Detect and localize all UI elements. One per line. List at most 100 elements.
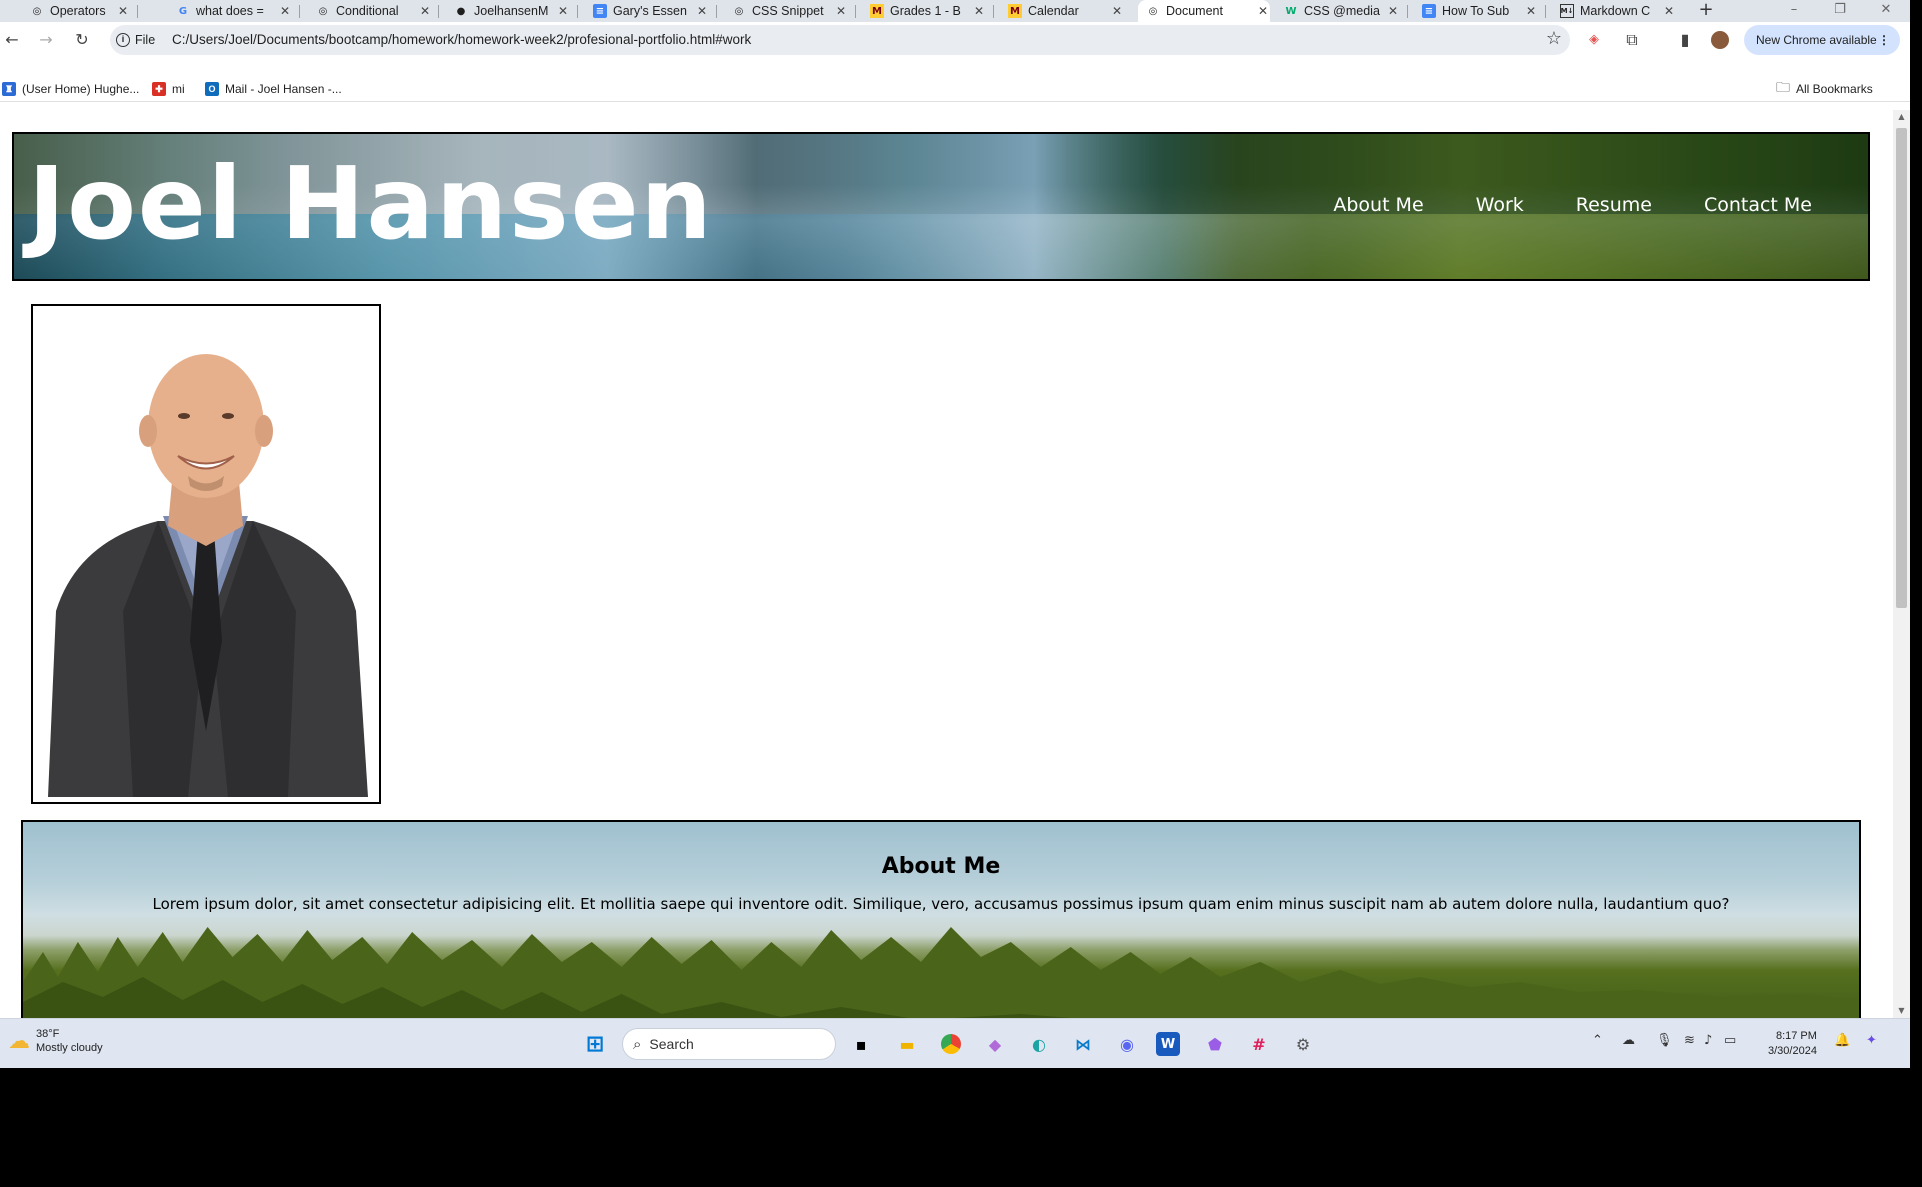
globe-icon: ◎ — [32, 5, 42, 17]
battery-icon[interactable]: ▭ — [1724, 1033, 1736, 1048]
chrome-update-button[interactable]: New Chrome available ⋮ — [1744, 25, 1900, 55]
close-tab-icon[interactable]: ✕ — [1256, 4, 1270, 18]
copilot-tray-icon[interactable]: ✦ — [1866, 1033, 1877, 1048]
close-tab-icon[interactable]: ✕ — [1386, 4, 1400, 18]
close-tab-icon[interactable]: ✕ — [278, 4, 292, 18]
search-icon: ⌕ — [633, 1035, 642, 1053]
new-tab-button[interactable]: + — [1696, 0, 1716, 22]
taskbar-search[interactable]: ⌕ Search — [622, 1028, 836, 1060]
menu-kebab-icon[interactable]: ⋮ — [1878, 25, 1890, 55]
scroll-up-icon[interactable]: ▲ — [1893, 110, 1910, 124]
close-tab-icon[interactable]: ✕ — [834, 4, 848, 18]
tab-github[interactable]: ● JoelhansenM ✕ — [454, 0, 570, 22]
page-scrollbar[interactable]: ▲ ▼ — [1893, 110, 1910, 1018]
tab-title: Gary's Essen — [613, 4, 687, 18]
bookmark-label: Mail - Joel Hansen -... — [225, 82, 342, 96]
onedrive-cloud-icon[interactable]: ☁ — [1622, 1033, 1635, 1048]
update-label: New Chrome available — [1756, 33, 1877, 47]
bookmark-mi[interactable]: ✚ mi — [152, 80, 185, 98]
bookmark-mail[interactable]: O Mail - Joel Hansen -... — [205, 80, 342, 98]
minimize-button[interactable]: – — [1774, 0, 1814, 22]
microphone-icon[interactable]: 🎙 — [1656, 1033, 1673, 1048]
address-bar[interactable]: i File C:/Users/Joel/Documents/bootcamp/… — [110, 25, 1570, 55]
nav-about-me[interactable]: About Me — [1333, 194, 1423, 216]
profile-avatar[interactable] — [1708, 28, 1732, 52]
close-tab-icon[interactable]: ✕ — [556, 4, 570, 18]
scroll-down-icon[interactable]: ▼ — [1893, 1004, 1910, 1018]
tab-document[interactable]: ◎ Document ✕ — [1138, 0, 1270, 22]
all-bookmarks-label: All Bookmarks — [1796, 82, 1873, 96]
tab-calendar[interactable]: M Calendar ✕ — [1008, 0, 1124, 22]
vscode-icon[interactable]: ⋈ — [1068, 1029, 1098, 1059]
bookmark-label: (User Home) Hughe... — [22, 82, 140, 96]
extensions-puzzle-icon[interactable]: ⧉ — [1620, 28, 1644, 52]
globe-icon: ◎ — [1148, 5, 1158, 17]
bookmark-site-icon: ♜ — [2, 82, 16, 96]
browser-toolbar: ← → ↻ i File C:/Users/Joel/Documents/boo… — [0, 22, 1910, 58]
forward-arrow-icon[interactable]: → — [34, 28, 58, 52]
slack-icon[interactable]: # — [1244, 1029, 1274, 1059]
weather-widget[interactable]: ☁ 38°F Mostly cloudy — [8, 1027, 103, 1055]
notification-bell-icon[interactable]: 🔔 — [1834, 1033, 1850, 1048]
docs-icon: ≡ — [1422, 4, 1436, 18]
word-icon[interactable]: W — [1156, 1032, 1180, 1056]
site-nav: About Me Work Resume Contact Me — [1333, 194, 1812, 216]
site-info-label: File — [135, 33, 156, 47]
tab-how-to-submit[interactable]: ≡ How To Sub ✕ — [1422, 0, 1538, 22]
tab-css-media[interactable]: W CSS @media ✕ — [1284, 0, 1400, 22]
close-tab-icon[interactable]: ✕ — [418, 4, 432, 18]
github-icon: ● — [456, 5, 466, 17]
chrome-icon[interactable] — [936, 1029, 966, 1059]
discord-icon[interactable]: ◉ — [1112, 1029, 1142, 1059]
task-view-icon[interactable]: ▪ — [846, 1029, 876, 1059]
close-tab-icon[interactable]: ✕ — [1110, 4, 1124, 18]
reload-icon[interactable]: ↻ — [70, 28, 94, 52]
w3-icon: W — [1285, 5, 1297, 17]
close-tab-icon[interactable]: ✕ — [972, 4, 986, 18]
wifi-icon[interactable]: ≋ — [1684, 1033, 1695, 1048]
obsidian-icon[interactable]: ⬟ — [1200, 1029, 1230, 1059]
windows-taskbar: ☁ 38°F Mostly cloudy ⊞ ⌕ Search ▪ ▬ ◆ ◐ … — [0, 1018, 1910, 1068]
nav-contact-me[interactable]: Contact Me — [1704, 194, 1812, 216]
close-tab-icon[interactable]: ✕ — [1524, 4, 1538, 18]
docs-icon: ≡ — [593, 4, 607, 18]
tab-operators[interactable]: ◎ Operators ✕ — [30, 0, 130, 22]
close-tab-icon[interactable]: ✕ — [1662, 4, 1676, 18]
close-tab-icon[interactable]: ✕ — [116, 4, 130, 18]
tray-chevron-icon[interactable]: ⌃ — [1592, 1033, 1603, 1048]
tab-title: Document — [1166, 4, 1223, 18]
tab-conditional[interactable]: ◎ Conditional ✕ — [316, 0, 432, 22]
tab-css-snippet[interactable]: ◎ CSS Snippet ✕ — [732, 0, 848, 22]
back-arrow-icon[interactable]: ← — [0, 28, 24, 52]
scrollbar-thumb[interactable] — [1896, 128, 1907, 608]
volume-icon[interactable]: ♪ — [1704, 1033, 1712, 1048]
url-text[interactable]: C:/Users/Joel/Documents/bootcamp/homewor… — [172, 32, 751, 47]
windows-start-icon[interactable]: ⊞ — [580, 1029, 610, 1059]
tab-title: Operators — [50, 4, 106, 18]
tab-markdown[interactable]: M↓ Markdown C ✕ — [1560, 0, 1676, 22]
tab-title: JoelhansenM — [474, 4, 549, 18]
extension-icon[interactable]: ◈ — [1582, 28, 1606, 52]
close-tab-icon[interactable]: ✕ — [695, 4, 709, 18]
system-clock[interactable]: 8:17 PM 3/30/2024 — [1768, 1029, 1817, 1059]
forest-background — [23, 927, 1859, 1018]
settings-gear-icon[interactable]: ⚙ — [1288, 1029, 1318, 1059]
bookmark-user-home[interactable]: ♜ (User Home) Hughe... — [2, 80, 139, 98]
tab-garys-essentials[interactable]: ≡ Gary's Essen ✕ — [593, 0, 709, 22]
site-info-chip[interactable]: i File — [116, 29, 155, 51]
copilot-icon[interactable]: ◆ — [980, 1029, 1010, 1059]
edge-icon[interactable]: ◐ — [1024, 1029, 1054, 1059]
nav-resume[interactable]: Resume — [1576, 194, 1652, 216]
tab-title: Markdown C — [1580, 4, 1651, 18]
nav-work[interactable]: Work — [1476, 194, 1524, 216]
close-window-button[interactable]: ✕ — [1866, 0, 1906, 22]
bookmark-star-icon[interactable]: ☆ — [1546, 28, 1562, 49]
all-bookmarks-button[interactable]: 🗀 All Bookmarks — [1776, 79, 1873, 98]
tab-what-does[interactable]: G what does = ✕ — [176, 0, 292, 22]
side-panel-icon[interactable]: ▮ — [1673, 28, 1697, 52]
bookmark-label: mi — [172, 82, 185, 96]
file-explorer-icon[interactable]: ▬ — [892, 1029, 922, 1059]
tab-grades[interactable]: M Grades 1 - B ✕ — [870, 0, 986, 22]
site-header: Joel Hansen About Me Work Resume Contact… — [12, 132, 1870, 281]
restore-button[interactable]: ❐ — [1820, 0, 1860, 22]
